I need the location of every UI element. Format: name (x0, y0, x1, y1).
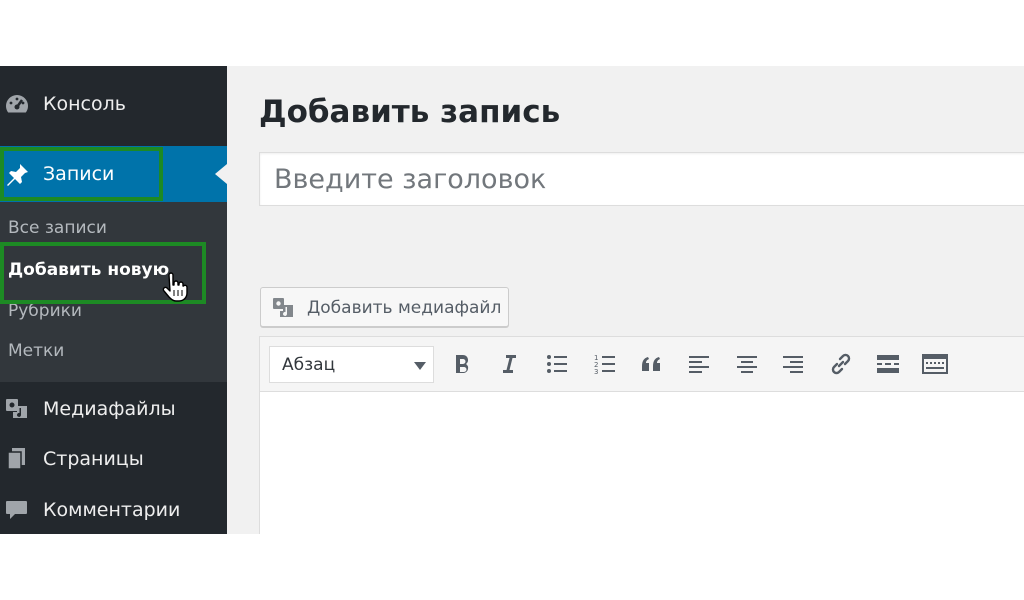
submenu-item-add-new[interactable]: Добавить новую (8, 259, 169, 281)
blockquote-button[interactable] (637, 350, 667, 378)
chevron-down-icon (414, 362, 426, 370)
toolbar-toggle-icon (922, 354, 948, 374)
media-icon (4, 397, 30, 421)
submenu-item-categories[interactable]: Рубрики (8, 300, 82, 322)
posts-submenu: Все записи Добавить новую Рубрики Метки (0, 202, 227, 382)
admin-sidebar: Консоль Записи Все записи Добавить новую… (0, 66, 227, 534)
link-icon (831, 353, 851, 375)
media-icon (271, 296, 297, 320)
submenu-item-tags[interactable]: Метки (8, 340, 64, 362)
page-title: Добавить запись (259, 94, 561, 130)
sidebar-item-label: Записи (43, 163, 115, 185)
bold-button[interactable] (447, 350, 477, 378)
numbered-list-icon: 123 (594, 354, 615, 376)
bullet-list-icon (547, 355, 567, 373)
format-select-value: Абзац (282, 355, 336, 375)
blockquote-icon (642, 357, 660, 371)
post-title-input[interactable] (259, 152, 1024, 206)
sidebar-item-comments[interactable]: Комментарии (0, 485, 227, 534)
sidebar-item-label: Медиафайлы (43, 398, 176, 420)
sidebar-item-label: Страницы (43, 448, 144, 470)
bullet-list-button[interactable] (542, 350, 572, 378)
sidebar-item-media[interactable]: Медиафайлы (0, 384, 227, 434)
align-left-icon (689, 356, 709, 373)
pushpin-icon (4, 162, 30, 186)
editor-toolbar: Абзац 123 (260, 337, 1024, 392)
submenu-item-all-posts[interactable]: Все записи (8, 217, 107, 239)
comment-icon (4, 498, 30, 522)
hand-cursor-icon (162, 272, 188, 302)
read-more-icon (877, 355, 899, 373)
add-media-button[interactable]: Добавить медиафайл (260, 287, 509, 327)
svg-text:3: 3 (594, 368, 598, 376)
sidebar-item-label: Комментарии (43, 499, 181, 521)
bold-icon (456, 355, 469, 373)
align-center-icon (737, 356, 757, 373)
dashboard-icon (4, 92, 30, 116)
active-menu-arrow (215, 164, 227, 184)
add-media-label: Добавить медиафайл (307, 298, 502, 318)
paragraph-format-select[interactable]: Абзац (269, 346, 434, 383)
sidebar-item-label: Консоль (43, 93, 126, 115)
align-right-icon (783, 356, 803, 373)
align-right-button[interactable] (778, 350, 808, 378)
align-center-button[interactable] (732, 350, 762, 378)
post-content-editor: Абзац 123 (259, 336, 1024, 534)
italic-icon (503, 355, 516, 373)
sidebar-item-pages[interactable]: Страницы (0, 434, 227, 484)
pages-icon (4, 447, 30, 471)
align-left-button[interactable] (684, 350, 714, 378)
sidebar-item-posts[interactable]: Записи (0, 146, 227, 202)
read-more-button[interactable] (873, 350, 903, 378)
italic-button[interactable] (494, 350, 524, 378)
wordpress-admin-screen: Консоль Записи Все записи Добавить новую… (0, 66, 1024, 534)
insert-link-button[interactable] (826, 350, 856, 378)
sidebar-item-console[interactable]: Консоль (0, 79, 227, 129)
numbered-list-button[interactable]: 123 (590, 350, 620, 378)
toolbar-toggle-button[interactable] (920, 350, 950, 378)
